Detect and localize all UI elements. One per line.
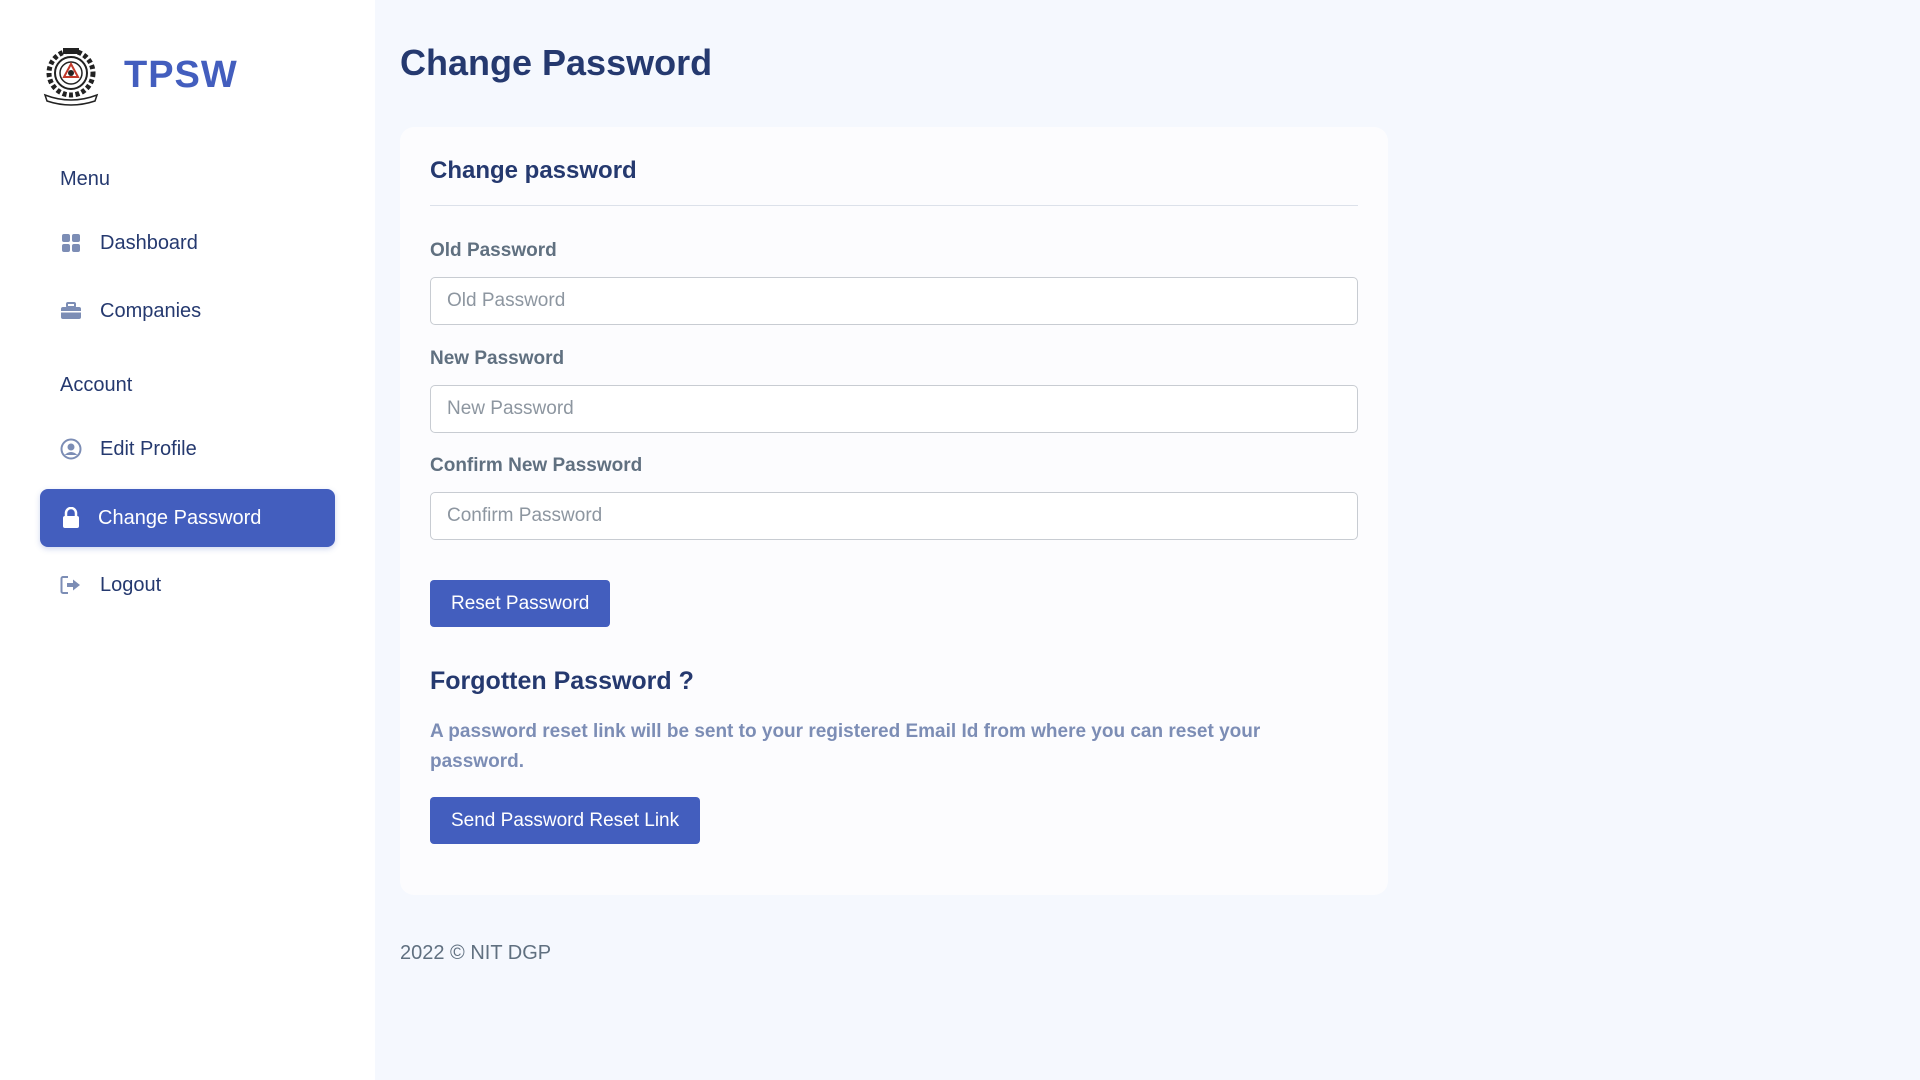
- divider: [430, 205, 1358, 206]
- old-password-label: Old Password: [430, 240, 557, 261]
- page-title: Change Password: [400, 42, 713, 83]
- confirm-password-input[interactable]: [430, 492, 1358, 540]
- sidebar-item-label: Logout: [100, 573, 162, 596]
- grid-icon: [60, 232, 82, 254]
- sidebar-item-label: Edit Profile: [100, 437, 197, 460]
- sidebar-item-label: Change Password: [98, 506, 262, 529]
- send-reset-link-button[interactable]: Send Password Reset Link: [430, 797, 701, 844]
- reset-password-button[interactable]: Reset Password: [430, 580, 611, 627]
- sidebar-item-change-password[interactable]: Change Password: [40, 489, 335, 547]
- sidebar-item-edit-profile[interactable]: Edit Profile: [40, 420, 335, 478]
- sidebar-item-label: Companies: [100, 299, 202, 322]
- sidebar-item-logout[interactable]: Logout: [40, 556, 335, 614]
- user-circle-icon: [60, 438, 82, 460]
- change-password-card: Change password Old Password New Passwor…: [400, 127, 1388, 895]
- brand[interactable]: TPSW: [38, 40, 238, 110]
- brand-name: TPSW: [124, 53, 238, 96]
- card-title: Change password: [430, 157, 637, 184]
- confirm-password-label: Confirm New Password: [430, 455, 643, 476]
- footer-copyright: 2022 © NIT DGP: [400, 942, 552, 964]
- logout-icon: [60, 574, 82, 596]
- sidebar-item-label: Dashboard: [100, 231, 198, 254]
- new-password-input[interactable]: [430, 385, 1358, 433]
- sidebar-item-dashboard[interactable]: Dashboard: [40, 214, 335, 272]
- menu-section-title: Menu: [60, 168, 111, 190]
- sidebar: TPSW Menu Dashboard Companies Account Ed…: [0, 0, 375, 1080]
- institute-emblem-icon: [38, 42, 104, 108]
- account-section-title: Account: [60, 374, 133, 396]
- new-password-label: New Password: [430, 348, 565, 369]
- old-password-input[interactable]: [430, 277, 1358, 325]
- sidebar-item-companies[interactable]: Companies: [40, 282, 335, 340]
- forgotten-password-description: A password reset link will be sent to yo…: [430, 721, 1261, 772]
- briefcase-icon: [60, 300, 82, 322]
- lock-icon: [60, 507, 82, 529]
- forgotten-password-title: Forgotten Password ?: [430, 667, 694, 695]
